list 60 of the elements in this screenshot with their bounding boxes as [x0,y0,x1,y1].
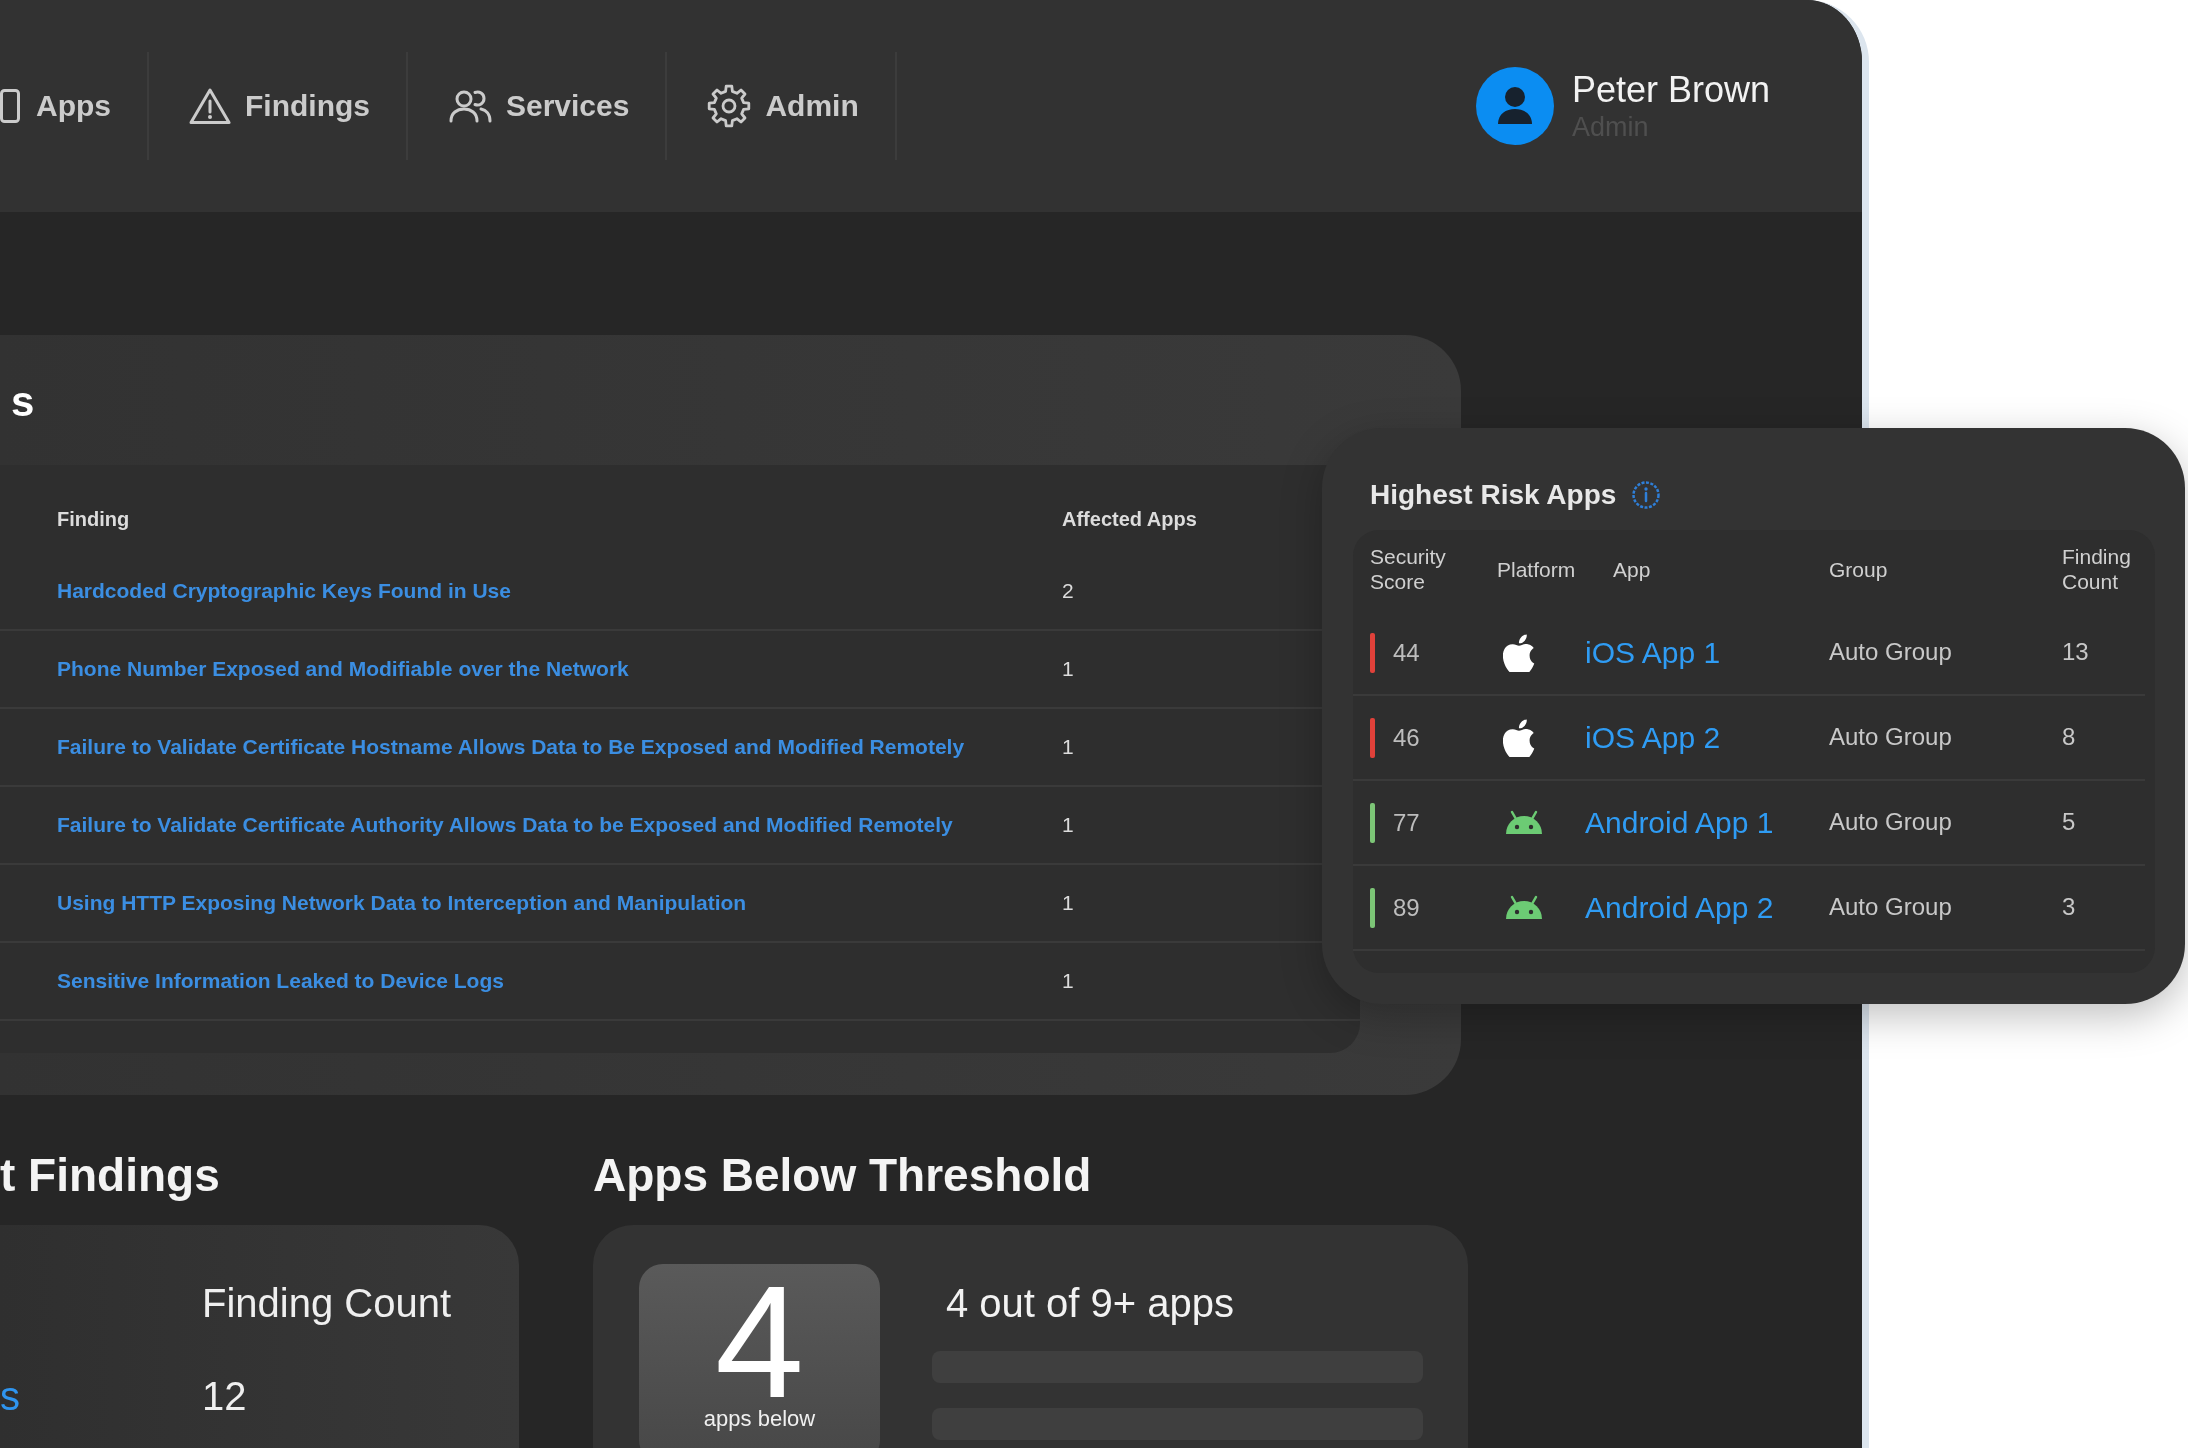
nav-link[interactable]: Admin [667,0,895,212]
apple-icon [1503,633,1535,672]
section-title: t Findings [0,1148,220,1202]
group-name: Auto Group [1829,638,1952,665]
finding-link[interactable]: Failure to Validate Certificate Authority Allows Data to be Exposed and Modified Remotely [57,812,953,836]
nav-link[interactable]: Findings [149,0,406,212]
android-icon [1503,810,1545,835]
app-link[interactable]: iOS App 1 [1585,635,1721,669]
section-title: s [10,377,35,427]
finding-count: 8 [2062,723,2076,750]
avatar-icon [1475,67,1554,145]
warning-icon [189,87,231,125]
finding-link[interactable]: Sensitive Information Leaked to Device Logs [57,968,504,992]
app-link[interactable]: Android App 2 [1585,890,1774,924]
table-cell: 1 [1062,968,1074,992]
finding-link[interactable]: Using HTTP Exposing Network Data to Interception and Manipulation [57,890,747,914]
finding-count: 5 [2062,808,2076,835]
column-header: Finding [57,508,130,530]
table-cell: 1 [1062,734,1074,758]
table-cell: 1 [1062,656,1074,680]
tablet-icon [0,89,20,123]
table-cell: 1 [1062,812,1074,836]
count-caption: apps below [703,1406,816,1432]
finding-link[interactable]: s [0,1374,20,1418]
section-title: Apps Below Threshold [593,1148,1092,1202]
count-number: 4 [715,1278,804,1406]
app-link[interactable]: Android App 1 [1585,805,1774,839]
table-cell: 2 [1062,578,1074,602]
column-header: Finding Count [202,1281,452,1325]
security-score: 77 [1393,808,1420,837]
table-cell: 12 [202,1374,247,1418]
column-header: App [1613,556,1651,582]
gear-icon [707,84,752,128]
column-header: Group [1829,556,1888,582]
app-link[interactable]: iOS App 2 [1585,720,1721,754]
nav-link[interactable]: Services [408,0,666,212]
finding-link[interactable]: Hardcoded Cryptographic Keys Found in Use [57,578,511,602]
column-header: Finding Count [2062,544,2132,594]
apple-icon [1503,718,1535,757]
user-name: Peter Brown [1571,69,1770,111]
group-name: Auto Group [1829,723,1952,750]
finding-link[interactable]: Failure to Validate Certificate Hostname Allows Data to Be Exposed and Modified Remotely [57,734,965,758]
summary-text: 4 out of 9+ apps [945,1280,1234,1327]
column-header: Platform [1497,556,1576,582]
info-icon[interactable] [1632,481,1661,509]
card-title: Highest Risk Apps [1370,478,1617,512]
finding-link[interactable]: Phone Number Exposed and Modifiable over the Network [57,656,629,680]
group-name: Auto Group [1829,893,1952,920]
finding-count: 13 [2062,638,2089,665]
table-cell: 1 [1062,890,1074,914]
finding-count: 3 [2062,893,2076,920]
android-icon [1503,895,1545,920]
nav-link[interactable]: Apps [0,0,147,212]
security-score: 89 [1393,893,1420,922]
people-icon [448,89,492,123]
column-header: Affected Apps [1062,508,1197,530]
security-score: 44 [1393,638,1420,667]
column-header: Security Score [1370,544,1447,594]
security-score: 46 [1393,723,1420,752]
group-name: Auto Group [1829,808,1952,835]
